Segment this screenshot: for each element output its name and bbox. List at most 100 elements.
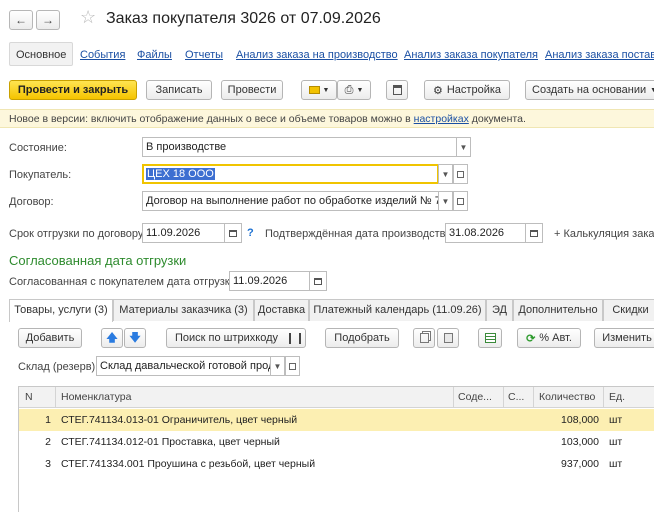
page-title: Заказ покупателя 3026 от 07.09.2026	[106, 10, 381, 27]
settings-link[interactable]: настройках	[414, 113, 469, 125]
row-number: 2	[45, 436, 51, 448]
row-unit: шт	[609, 436, 623, 448]
structure-icon	[392, 85, 402, 95]
pick-button[interactable]: Подобрать	[325, 328, 399, 348]
table-settings-button[interactable]	[478, 328, 502, 348]
copy-icon	[419, 333, 429, 343]
contract-dropdown-button[interactable]: ▼	[438, 191, 453, 211]
info-text: Новое в версии: включить отображение дан…	[9, 113, 411, 125]
save-button[interactable]: Записать	[146, 80, 212, 100]
prod-date-field[interactable]: 31.08.2026	[445, 223, 526, 243]
column-item[interactable]: Номенклатура	[61, 387, 451, 408]
chevron-down-icon: ▼	[322, 86, 330, 94]
warehouse-dropdown-button[interactable]: ▼	[270, 356, 285, 376]
agreed-date-field[interactable]: 11.09.2026	[229, 271, 310, 291]
column-n[interactable]: N	[25, 387, 45, 408]
tab-discounts[interactable]: Скидки	[603, 299, 654, 321]
tab-ed[interactable]: ЭД	[486, 299, 513, 321]
favorite-star-icon[interactable]: ☆	[80, 7, 96, 28]
tab-goods[interactable]: Товары, услуги (3)	[9, 299, 113, 322]
agreed-date-calendar-button[interactable]	[309, 271, 327, 291]
customer-open-button[interactable]	[453, 164, 468, 184]
ship-term-label: Срок отгрузки по договору:	[9, 228, 147, 240]
agreed-date-label: Согласованная с покупателем дата отгрузк…	[9, 276, 239, 288]
forward-button[interactable]: →	[36, 10, 60, 30]
copy-button[interactable]	[413, 328, 435, 348]
contract-open-button[interactable]	[453, 191, 468, 211]
chevron-down-icon: ▼	[273, 361, 282, 371]
customer-field[interactable]: ЦЕХ 18 ООО	[142, 164, 439, 184]
open-icon	[457, 197, 464, 205]
email-menu-button[interactable]: ▼	[301, 80, 337, 100]
row-item: СТЕГ.741134.013-01 Ограничитель, цвет че…	[61, 414, 298, 426]
row-item: СТЕГ.741134.012-01 Проставка, цвет черны…	[61, 436, 280, 448]
table-header: N Номенклатура Соде... С... Количество Е…	[19, 387, 654, 408]
nav-files[interactable]: Файлы	[137, 49, 172, 61]
envelope-icon	[308, 86, 320, 94]
nav-events[interactable]: События	[80, 49, 125, 61]
post-button[interactable]: Провести	[221, 80, 283, 100]
help-icon[interactable]: ?	[247, 227, 254, 239]
tab-additional[interactable]: Дополнительно	[513, 299, 603, 321]
state-field[interactable]: В производстве	[142, 137, 457, 157]
row-number: 1	[45, 414, 51, 426]
table-row[interactable]: 3 СТЕГ.741334.001 Проушина с резьбой, цв…	[19, 453, 654, 475]
column-unit[interactable]: Ед.	[609, 387, 649, 408]
paste-button[interactable]	[437, 328, 459, 348]
arrow-down-icon: 🡇	[129, 331, 141, 344]
chevron-down-icon: ▼	[441, 169, 450, 179]
structure-button[interactable]	[386, 80, 408, 100]
settings-button[interactable]: ⚙ Настройка	[424, 80, 510, 100]
column-quantity[interactable]: Количество	[539, 387, 607, 408]
table-row[interactable]: 2 СТЕГ.741134.012-01 Проставка, цвет чер…	[19, 431, 654, 453]
back-button[interactable]: ←	[9, 10, 33, 30]
row-quantity: 937,000	[561, 458, 599, 470]
print-menu-button[interactable]: ⎙ ▼	[337, 80, 371, 100]
move-down-button[interactable]: 🡇	[124, 328, 146, 348]
barcode-icon	[289, 333, 301, 344]
ship-term-calendar-button[interactable]	[224, 223, 242, 243]
nav-production-analysis[interactable]: Анализ заказа на производство	[236, 49, 398, 61]
column-content[interactable]: Соде...	[458, 387, 498, 408]
column-c[interactable]: С...	[508, 387, 530, 408]
add-row-button[interactable]: Добавить	[18, 328, 82, 348]
change-button[interactable]: Изменить	[594, 328, 654, 348]
warehouse-open-button[interactable]	[285, 356, 300, 376]
move-up-button[interactable]: 🡅	[101, 328, 123, 348]
ship-term-field[interactable]: 11.09.2026	[142, 223, 225, 243]
prod-date-calendar-button[interactable]	[525, 223, 543, 243]
row-quantity: 108,000	[561, 414, 599, 426]
barcode-search-button[interactable]: Поиск по штрихкоду	[166, 328, 306, 348]
customer-label: Покупатель:	[9, 169, 72, 181]
customer-value: ЦЕХ 18 ООО	[146, 168, 215, 180]
table-icon	[484, 333, 496, 343]
customer-dropdown-button[interactable]: ▼	[438, 164, 453, 184]
warehouse-label: Склад (резерв):	[18, 361, 99, 373]
post-and-close-button[interactable]: Провести и закрыть	[9, 80, 137, 100]
contract-field[interactable]: Договор на выполнение работ по обработке…	[142, 191, 439, 211]
table-row[interactable]: 1 СТЕГ.741134.013-01 Ограничитель, цвет …	[19, 409, 654, 431]
auto-discount-button[interactable]: ⟳ % Авт.	[517, 328, 581, 348]
info-banner: Новое в версии: включить отображение дан…	[0, 109, 654, 128]
settings-button-label: Настройка	[446, 84, 502, 96]
warehouse-field[interactable]: Склад давальческой готовой проду	[96, 356, 271, 376]
arrow-up-icon: 🡅	[106, 331, 118, 344]
contract-label: Договор:	[9, 196, 54, 208]
state-dropdown-button[interactable]: ▼	[456, 137, 471, 157]
calculation-link[interactable]: + Калькуляция заказ	[554, 228, 654, 240]
create-based-on-button[interactable]: Создать на основании ▼	[525, 80, 654, 100]
arrow-left-icon: ←	[15, 13, 27, 27]
prod-date-label: Подтверждённая дата производства:	[265, 228, 455, 240]
gear-icon: ⚙	[432, 84, 443, 97]
nav-reports[interactable]: Отчеты	[185, 49, 223, 61]
document-tabs: Товары, услуги (3) Материалы заказчика (…	[9, 299, 654, 322]
tab-delivery[interactable]: Доставка	[254, 299, 309, 321]
open-icon	[457, 170, 464, 178]
nav-main[interactable]: Основное	[9, 42, 74, 66]
tab-customer-materials[interactable]: Материалы заказчика (3)	[113, 299, 254, 321]
tab-payment-calendar[interactable]: Платежный календарь (11.09.26)	[309, 299, 486, 321]
printer-icon: ⎙	[344, 83, 354, 96]
nav-customer-analysis[interactable]: Анализ заказа покупателя	[404, 49, 538, 61]
nav-supply-analysis[interactable]: Анализ заказа постави	[545, 49, 654, 61]
state-label: Состояние:	[9, 142, 67, 154]
